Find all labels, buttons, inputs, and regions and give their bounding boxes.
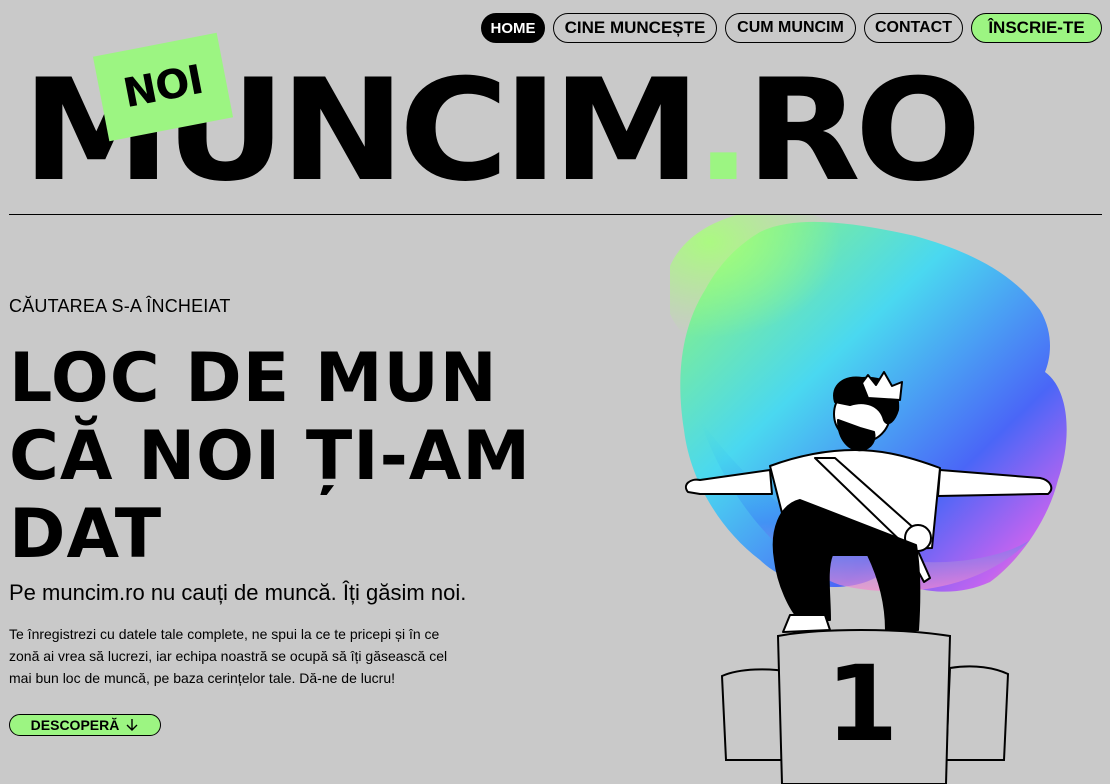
hero-headline: LOC DE MUN CĂ NOI ȚI-AM DAT [9,340,569,574]
nav-inscrie-button[interactable]: ÎNSCRIE-TE [971,13,1102,43]
podium-number: 1 [826,643,898,765]
nav-cine-munceste[interactable]: CINE MUNCEȘTE [553,13,717,43]
logo-badge-text: NOI [119,56,207,118]
logo-dot: . [694,48,752,213]
description-line-2: zonă ai vrea să lucrezi, iar echipa noas… [9,648,448,664]
hero-kicker: CĂUTAREA S-A ÎNCHEIAT [9,296,231,316]
headline-line-1: LOC DE MUN [9,339,498,418]
logo-tld: RO [745,48,982,213]
nav-cum-muncim[interactable]: CUM MUNCIM [725,13,856,43]
nav-home[interactable]: HOME [481,13,545,43]
headline-line-2: CĂ NOI ȚI-AM [9,417,532,496]
description-line-3: mai bun loc de muncă, pe baza cerințelor… [9,670,395,686]
nav-contact[interactable]: CONTACT [864,13,963,43]
headline-line-3: DAT [9,495,163,574]
hero-description: Te înregistrezi cu datele tale complete,… [9,623,479,689]
main-nav: HOME CINE MUNCEȘTE CUM MUNCIM CONTACT ÎN… [481,13,1102,43]
discover-button-label: DESCOPERĂ [30,717,120,733]
hero-illustration: 1 [670,215,1067,784]
hero-subtitle: Pe muncim.ro nu cauți de muncă. Îți găsi… [9,580,467,605]
description-line-1: Te înregistrezi cu datele tale complete,… [9,626,440,642]
discover-button[interactable]: DESCOPERĂ [9,714,161,736]
arrow-down-icon [126,719,138,731]
